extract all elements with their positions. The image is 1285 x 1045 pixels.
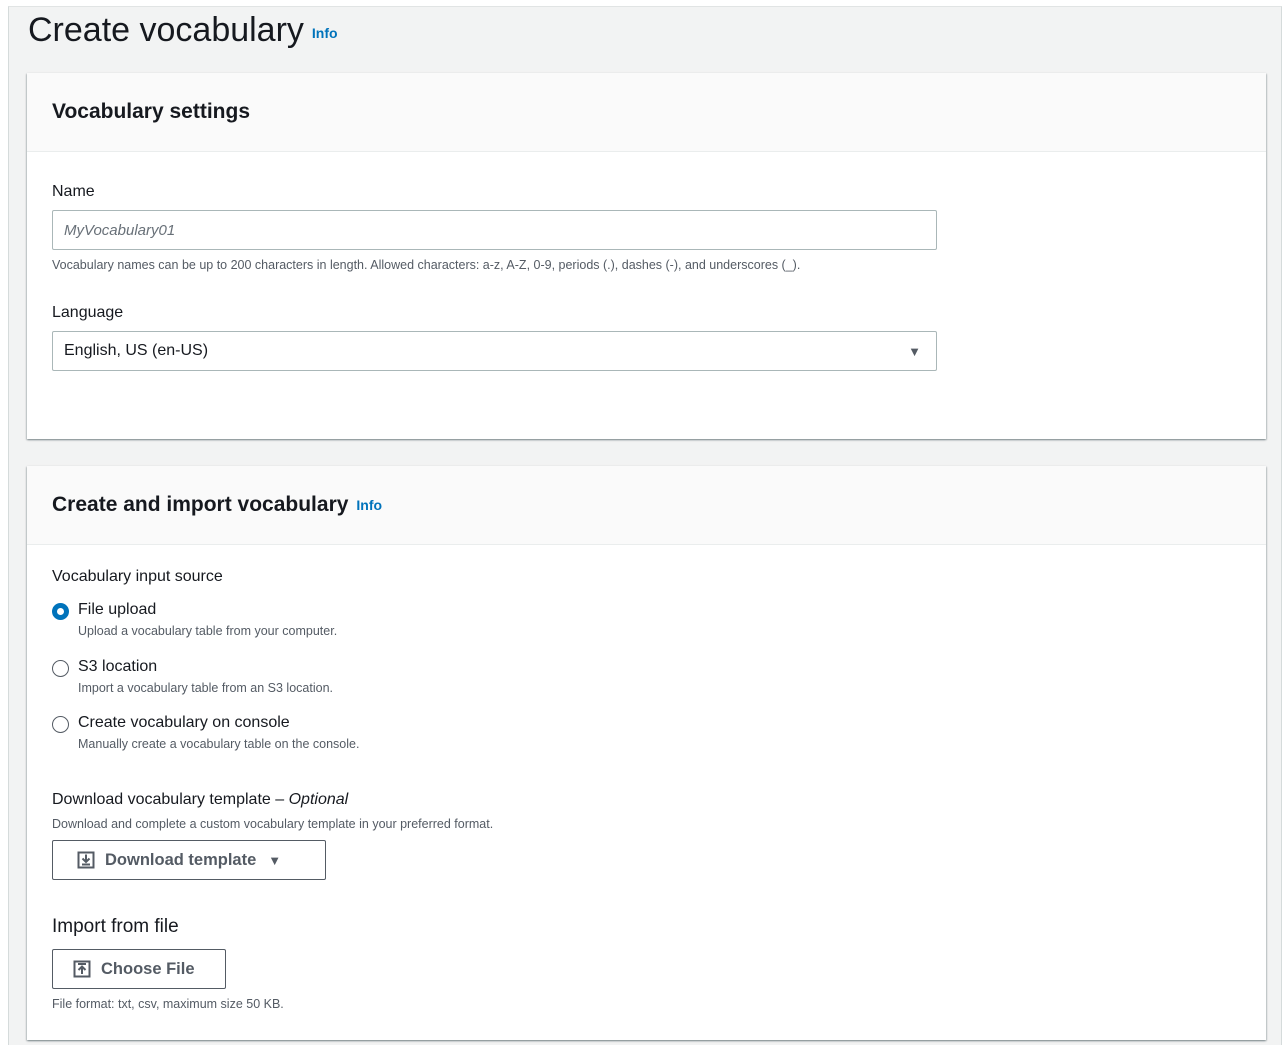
import-label: Import from file — [52, 916, 179, 937]
caret-down-icon: ▼ — [268, 852, 282, 868]
download-icon — [77, 851, 95, 869]
radio-desc-file-upload: Upload a vocabulary table from your comp… — [78, 624, 338, 638]
name-input[interactable] — [52, 210, 937, 250]
template-label: Download vocabulary template – Optional — [52, 791, 348, 809]
page-info-link[interactable]: Info — [312, 25, 338, 41]
page-title: Create vocabulary Info — [28, 11, 338, 50]
radio-option-s3-location[interactable]: S3 location Import a vocabulary table fr… — [52, 658, 333, 695]
download-template-label: Download template — [105, 850, 257, 869]
choose-file-label: Choose File — [101, 959, 195, 978]
create-import-header: Create and import vocabulary Info — [27, 466, 1266, 545]
vocabulary-settings-title: Vocabulary settings — [52, 100, 251, 123]
radio-option-file-upload[interactable]: File upload Upload a vocabulary table fr… — [52, 601, 337, 638]
template-hint: Download and complete a custom vocabular… — [52, 817, 494, 831]
template-optional-text: Optional — [288, 791, 349, 808]
template-label-text: Download vocabulary template – — [52, 791, 285, 808]
name-hint: Vocabulary names can be up to 200 charac… — [52, 258, 801, 272]
language-select[interactable]: English, US (en-US) ▼ — [52, 331, 937, 371]
create-import-title: Create and import vocabulary — [52, 493, 349, 516]
radio-button-s3-location[interactable] — [52, 660, 69, 677]
radio-button-file-upload[interactable] — [52, 603, 69, 620]
vocabulary-settings-card: Vocabulary settings Name Vocabulary name… — [27, 73, 1266, 439]
download-template-button[interactable]: Download template ▼ — [52, 840, 326, 880]
upload-icon — [73, 960, 91, 978]
name-label: Name — [52, 183, 95, 200]
radio-desc-s3-location: Import a vocabulary table from an S3 loc… — [78, 681, 333, 695]
radio-label-s3-location: S3 location — [78, 658, 158, 675]
page: Create vocabulary Info Vocabulary setting… — [8, 6, 1282, 1045]
radio-label-file-upload: File upload — [78, 601, 157, 618]
caret-down-icon: ▼ — [908, 343, 921, 359]
radio-option-console[interactable]: Create vocabulary on console Manually cr… — [52, 714, 359, 751]
page-title-text: Create vocabulary — [28, 11, 304, 49]
language-label: Language — [52, 304, 124, 321]
vocabulary-settings-header: Vocabulary settings — [27, 73, 1266, 152]
radio-button-console[interactable] — [52, 716, 69, 733]
radio-label-console: Create vocabulary on console — [78, 714, 290, 731]
create-import-card: Create and import vocabulary Info Vocabu… — [27, 466, 1266, 1040]
create-import-info-link[interactable]: Info — [356, 497, 382, 513]
radio-desc-console: Manually create a vocabulary table on th… — [78, 737, 360, 751]
file-format-hint: File format: txt, csv, maximum size 50 K… — [52, 997, 284, 1011]
input-source-label: Vocabulary input source — [52, 568, 223, 585]
choose-file-button[interactable]: Choose File — [52, 949, 226, 989]
language-select-value: English, US (en-US) — [64, 342, 209, 359]
